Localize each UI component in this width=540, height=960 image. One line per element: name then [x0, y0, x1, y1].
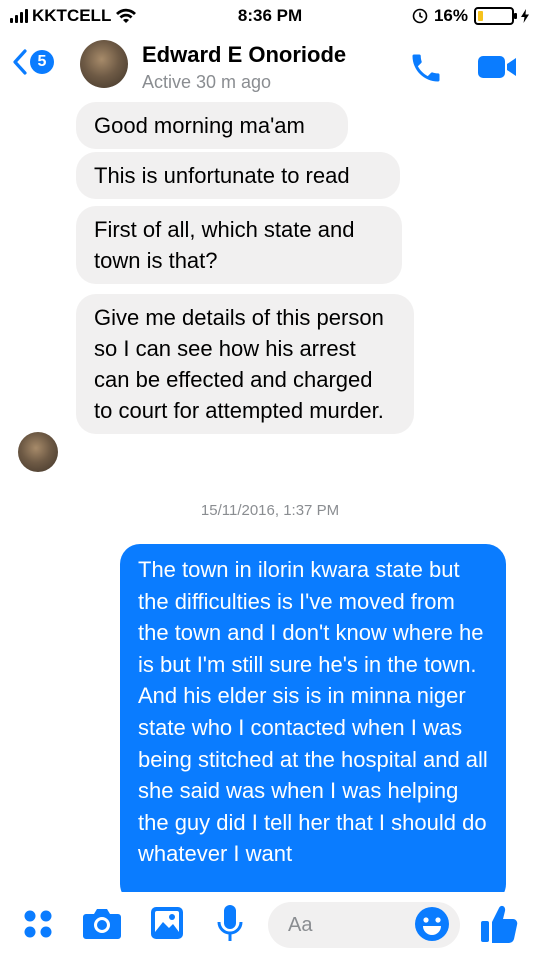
grid-dots-icon[interactable]	[22, 908, 54, 940]
back-chevron-icon	[13, 49, 27, 75]
emoji-icon[interactable]	[414, 906, 450, 942]
incoming-message[interactable]: Good morning ma'am	[76, 102, 348, 149]
battery-percent: 16%	[433, 6, 468, 25]
phone-icon[interactable]	[408, 50, 444, 86]
message-composer: Aa	[0, 892, 540, 960]
contact-avatar[interactable]	[80, 40, 128, 88]
camera-icon[interactable]	[82, 906, 122, 940]
incoming-message[interactable]: This is unfortunate to read	[76, 152, 400, 199]
outgoing-message[interactable]: The town in ilorin kwara state but the d…	[120, 544, 506, 892]
gallery-icon[interactable]	[150, 906, 184, 940]
contact-name[interactable]: Edward E Onoriode	[142, 42, 346, 68]
message-input-placeholder: Aa	[288, 914, 313, 936]
status-bar: KKTCELL 8:36 PM 16%	[0, 0, 540, 32]
unread-count-badge: 5	[30, 50, 54, 74]
video-camera-icon[interactable]	[476, 52, 518, 82]
battery-icon	[474, 7, 517, 25]
contact-active-status: Active 30 m ago	[142, 72, 272, 92]
alarm-icon	[412, 8, 428, 24]
incoming-message[interactable]: First of all, which state and town is th…	[76, 206, 402, 284]
thumbs-up-icon[interactable]	[480, 904, 518, 944]
microphone-icon[interactable]	[216, 904, 244, 944]
contact-avatar-small[interactable]	[18, 432, 58, 472]
charging-bolt-icon	[521, 9, 529, 23]
conversation-header: 5 Edward E Onoriode Active 30 m ago	[0, 32, 540, 102]
message-timestamp: 15/11/2016, 1:37 PM	[200, 502, 340, 519]
incoming-message[interactable]: Give me details of this person so I can …	[76, 294, 414, 434]
message-thread[interactable]: Good morning ma'am This is unfortunate t…	[0, 102, 540, 892]
battery-level	[478, 11, 483, 21]
battery-area: 16%	[412, 6, 530, 26]
back-button[interactable]: 5	[12, 48, 54, 76]
